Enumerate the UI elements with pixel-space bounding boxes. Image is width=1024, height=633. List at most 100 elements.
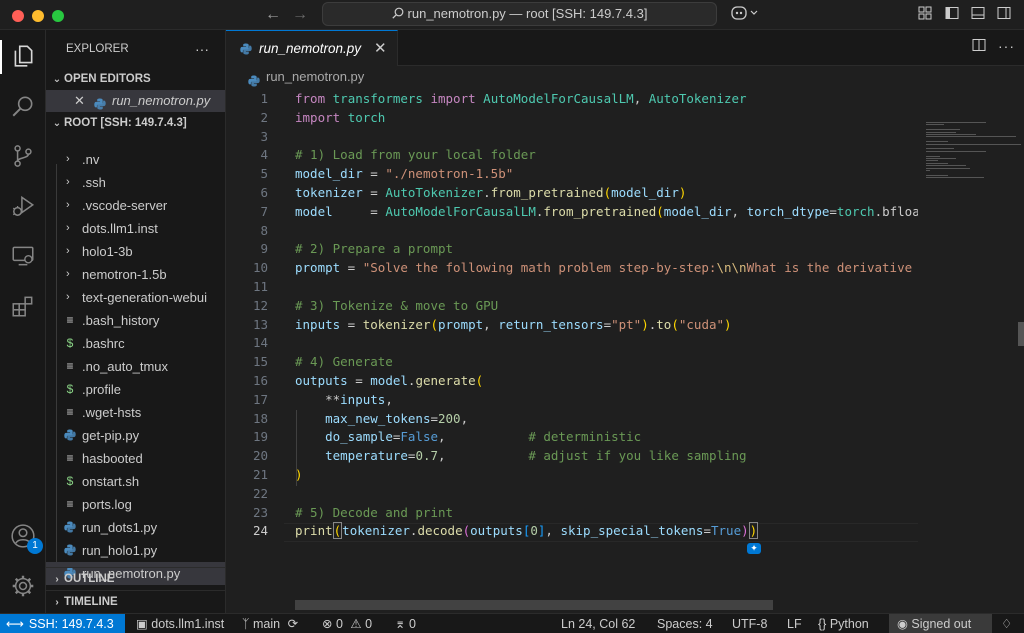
tree-folder[interactable]: › text-generation-webui bbox=[46, 286, 225, 309]
tree-item-label: .ssh bbox=[82, 175, 106, 190]
customize-layout-icon[interactable] bbox=[915, 5, 935, 25]
tree-item-label: nemotron-1.5b bbox=[82, 267, 167, 282]
close-window-button[interactable] bbox=[12, 10, 24, 22]
remote-explorer-icon[interactable] bbox=[7, 240, 39, 272]
tree-file[interactable]: ≡ .wget-hsts bbox=[46, 401, 225, 424]
run-debug-icon[interactable] bbox=[7, 190, 39, 222]
title-bar: ← → run_nemotron.py — root [SSH: 149.7.4… bbox=[0, 0, 1024, 30]
toggle-panel-icon[interactable] bbox=[968, 5, 988, 25]
tree-file[interactable]: ≡ ports.log bbox=[46, 493, 225, 516]
tree-folder[interactable]: › holo1-3b bbox=[46, 240, 225, 263]
line-number: 21 bbox=[252, 467, 268, 482]
tree-item-label: holo1-3b bbox=[82, 244, 133, 259]
line-number: 13 bbox=[252, 316, 268, 332]
close-icon[interactable]: ✕ bbox=[374, 39, 387, 57]
tree-file[interactable]: $ onstart.sh bbox=[46, 470, 225, 493]
bell-icon[interactable]: ♢ bbox=[1001, 614, 1012, 633]
extensions-icon[interactable] bbox=[7, 290, 39, 322]
minimize-window-button[interactable] bbox=[32, 10, 44, 22]
tree-item-label: text-generation-webui bbox=[82, 290, 208, 305]
minimap-line bbox=[926, 148, 954, 150]
ports-count: 0 bbox=[408, 617, 416, 631]
close-icon[interactable]: ✕ bbox=[74, 90, 85, 112]
tree-file[interactable]: run_holo1.py bbox=[46, 539, 225, 564]
problems-status[interactable]: ⊗ 0 ⚠ 0 bbox=[322, 614, 372, 633]
text-file-icon: ≡ bbox=[66, 451, 74, 465]
root-folder-section[interactable]: ⌄ ROOT [SSH: 149.7.4.3] bbox=[46, 112, 225, 134]
chevron-right-icon: › bbox=[66, 153, 70, 165]
python-file-icon bbox=[64, 424, 76, 449]
command-center[interactable]: run_nemotron.py — root [SSH: 149.7.4.3] bbox=[322, 2, 717, 26]
outline-section[interactable]: › OUTLINE bbox=[46, 567, 225, 589]
tree-file[interactable]: ≡ .bash_history bbox=[46, 309, 225, 332]
more-actions-icon[interactable]: ··· bbox=[195, 30, 209, 68]
line-number: 4 bbox=[260, 147, 268, 163]
timeline-section[interactable]: › TIMELINE bbox=[46, 590, 225, 612]
encoding-status[interactable]: UTF-8 bbox=[732, 614, 767, 633]
split-editor-icon[interactable] bbox=[972, 38, 986, 55]
source-control-icon[interactable] bbox=[7, 140, 39, 172]
code-line-24: print(tokenizer.decode(outputs[0], skip_… bbox=[295, 522, 759, 540]
breadcrumb[interactable]: run_nemotron.py bbox=[226, 66, 1024, 88]
maximize-window-button[interactable] bbox=[52, 10, 64, 22]
code-line-15: # 4) Generate bbox=[295, 354, 393, 370]
remote-indicator[interactable]: ⟷ SSH: 149.7.4.3 bbox=[0, 614, 125, 633]
copilot-icon[interactable] bbox=[730, 5, 760, 25]
line-number: 15 bbox=[252, 354, 268, 370]
account-status[interactable]: ◉ Signed out bbox=[889, 614, 992, 633]
toggle-primary-sidebar-icon[interactable] bbox=[942, 5, 962, 25]
arrow-right-icon[interactable]: → bbox=[289, 4, 311, 26]
sync-icon[interactable]: ⟳ bbox=[288, 617, 298, 631]
tab-run-nemotron[interactable]: run_nemotron.py ✕ bbox=[226, 30, 398, 66]
tree-file[interactable]: get-pip.py bbox=[46, 424, 225, 449]
eol-status[interactable]: LF bbox=[787, 614, 802, 633]
tree-folder[interactable]: › nemotron-1.5b bbox=[46, 263, 225, 286]
open-editors-section[interactable]: ⌄ OPEN EDITORS bbox=[46, 68, 225, 90]
warning-icon: ⚠ bbox=[350, 617, 362, 631]
language-status[interactable]: {} Python bbox=[818, 614, 869, 633]
code-line-6: tokenizer = AutoTokenizer.from_pretraine… bbox=[295, 185, 687, 200]
arrow-left-icon[interactable]: ← bbox=[262, 4, 284, 26]
gear-icon[interactable] bbox=[7, 570, 39, 602]
remote-label: SSH: 149.7.4.3 bbox=[28, 617, 114, 631]
minimap[interactable] bbox=[918, 90, 1024, 610]
tree-folder[interactable]: › .nv bbox=[46, 148, 225, 171]
tree-item-label: run_holo1.py bbox=[82, 543, 158, 558]
minimap-line bbox=[926, 165, 966, 167]
horizontal-scrollbar[interactable] bbox=[295, 600, 773, 610]
toggle-secondary-sidebar-icon[interactable] bbox=[994, 5, 1014, 25]
code-line-19: do_sample=False, # deterministic bbox=[325, 429, 642, 445]
python-file-icon bbox=[240, 43, 252, 58]
tree-file[interactable]: run_dots1.py bbox=[46, 516, 225, 539]
workspace-status[interactable]: ▣ dots.llm1.inst bbox=[136, 614, 224, 633]
lightbulb-icon[interactable]: ✦ bbox=[747, 543, 761, 554]
tree-file[interactable]: ≡ .no_auto_tmux bbox=[46, 355, 225, 378]
code-line-2: import torch bbox=[295, 109, 386, 125]
code-line-7: model = AutoModelForCausalLM.from_pretra… bbox=[295, 203, 918, 219]
vertical-scrollbar[interactable] bbox=[1018, 322, 1024, 346]
accounts-icon[interactable]: 1 bbox=[7, 520, 43, 554]
warnings-count: 0 bbox=[365, 617, 373, 631]
tree-file[interactable]: $ .profile bbox=[46, 378, 225, 401]
minimap-line bbox=[926, 170, 930, 171]
open-editor-item[interactable]: ✕ run_nemotron.py bbox=[46, 90, 225, 112]
python-file-icon bbox=[64, 539, 76, 564]
ports-status[interactable]: ⌆ 0 bbox=[395, 614, 416, 633]
code-editor[interactable]: 1 2 3 4 5 6 7 8 9 10 11 12 13 14 15 16 17 18 19 20 21 22 23 24 … bbox=[226, 90, 918, 600]
branch-status[interactable]: ᛉ main ⟳ bbox=[242, 614, 298, 633]
line-number: 7 bbox=[260, 203, 268, 219]
tree-file[interactable]: ≡ hasbooted bbox=[46, 447, 225, 470]
tree-folder[interactable]: › dots.llm1.inst bbox=[46, 217, 225, 240]
indentation-status[interactable]: Spaces: 4 bbox=[657, 614, 713, 633]
tree-file[interactable]: $ .bashrc bbox=[46, 332, 225, 355]
chevron-right-icon: › bbox=[66, 176, 70, 188]
minimap-line bbox=[926, 158, 956, 159]
timeline-label: TIMELINE bbox=[64, 596, 118, 608]
search-icon[interactable] bbox=[7, 90, 39, 122]
tree-folder[interactable]: › .vscode-server bbox=[46, 194, 225, 217]
explorer-icon[interactable] bbox=[7, 40, 39, 72]
more-actions-icon[interactable]: ··· bbox=[998, 38, 1015, 54]
code-line-18: max_new_tokens=200, bbox=[325, 410, 469, 426]
cursor-position[interactable]: Ln 24, Col 62 bbox=[561, 614, 635, 633]
tree-folder[interactable]: › .ssh bbox=[46, 171, 225, 194]
